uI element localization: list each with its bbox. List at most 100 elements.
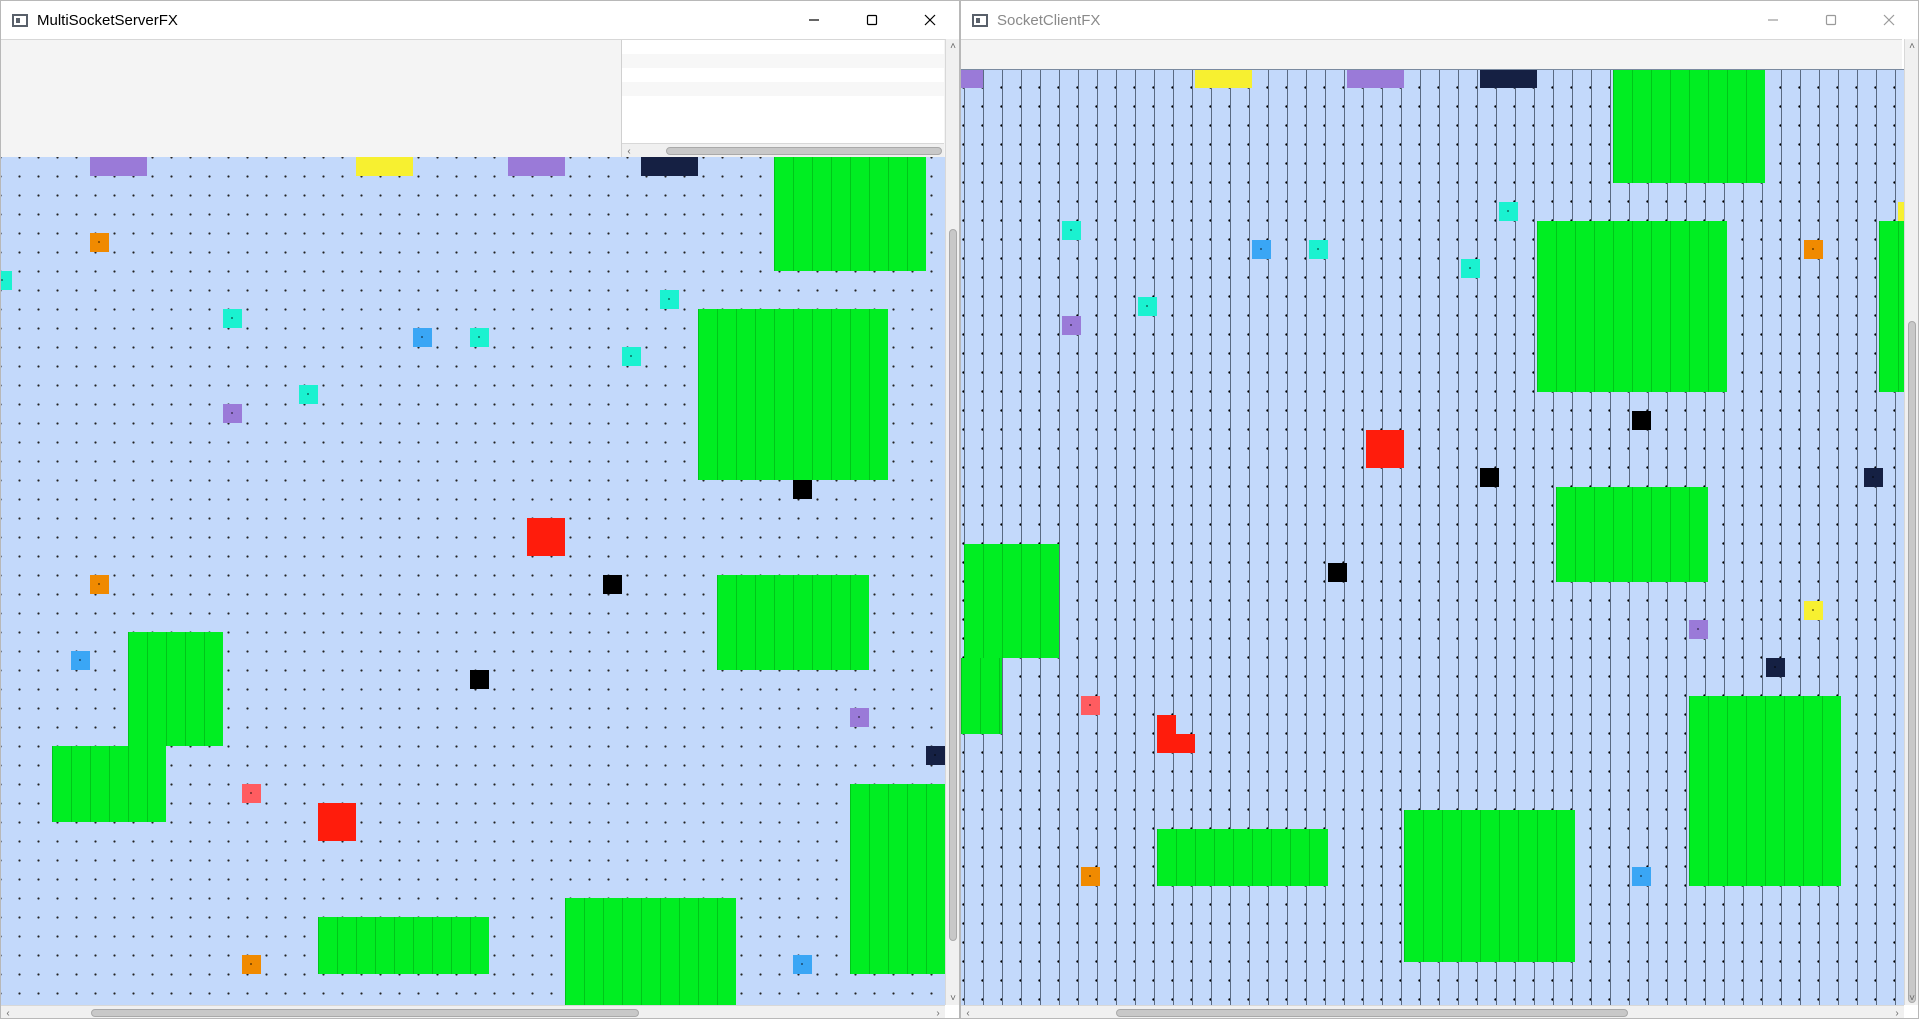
scroll-down-icon[interactable]: ˅ [946, 991, 959, 1005]
token-cyan [622, 347, 641, 366]
wall-block [1157, 829, 1328, 886]
token-purple [223, 404, 242, 423]
wall-block [52, 746, 166, 822]
scroll-up-icon[interactable]: ˄ [946, 39, 959, 53]
token-orange [90, 233, 109, 252]
client-game-board[interactable] [961, 69, 1904, 1005]
token-salmon [1081, 696, 1100, 715]
minimize-icon [809, 19, 819, 21]
token-black [793, 480, 812, 499]
wall-block [961, 658, 1002, 734]
player-red [318, 803, 356, 841]
token-orange [1081, 867, 1100, 886]
token-blue [413, 328, 432, 347]
player-red [1157, 734, 1195, 753]
maximize-button[interactable] [843, 1, 901, 39]
token-yellow [1898, 202, 1904, 221]
token-black [603, 575, 622, 594]
scroll-down-icon[interactable]: ˅ [1905, 991, 1918, 1005]
token-navy [926, 746, 945, 765]
scroll-right-icon[interactable]: › [931, 1006, 945, 1019]
token-purple [1062, 316, 1081, 335]
close-button[interactable] [901, 1, 959, 39]
token-blue [71, 651, 90, 670]
player-red [1366, 430, 1404, 468]
purple-bar [961, 69, 983, 88]
client-window: SocketClientFX ˄ ˅ ‹ › [960, 0, 1919, 1019]
server-vertical-scrollbar[interactable]: ˄ ˅ [945, 39, 959, 1005]
wall-block [964, 544, 1059, 658]
token-salmon [242, 784, 261, 803]
scroll-thumb[interactable] [1908, 321, 1916, 1003]
wall-block [717, 575, 869, 670]
navy-bar [1480, 69, 1537, 88]
wall-block [1689, 696, 1841, 886]
wall-block [565, 898, 736, 1005]
app-icon [12, 13, 28, 27]
client-horizontal-scrollbar[interactable]: ‹ › [961, 1005, 1904, 1019]
server-window: MultiSocketServerFX ‹ ˄ ˅ ‹ › [0, 0, 960, 1019]
minimize-button[interactable] [1744, 1, 1802, 39]
server-control-panel: ‹ [1, 39, 959, 158]
token-cyan [1461, 259, 1480, 278]
navy-bar [641, 157, 698, 176]
wall-block [850, 784, 945, 974]
client-titlebar[interactable]: SocketClientFX [961, 1, 1918, 39]
token-blue [1632, 867, 1651, 886]
log-horizontal-scrollbar[interactable]: ‹ [622, 143, 944, 158]
token-cyan [470, 328, 489, 347]
token-black [1480, 468, 1499, 487]
wall-block [1879, 221, 1904, 392]
token-blue [1252, 240, 1271, 259]
token-cyan [1062, 221, 1081, 240]
token-purple [850, 708, 869, 727]
token-navy [1766, 658, 1785, 677]
token-orange [242, 955, 261, 974]
token-cyan [1309, 240, 1328, 259]
token-cyan [660, 290, 679, 309]
scroll-up-icon[interactable]: ˄ [1905, 39, 1918, 53]
wall-block [128, 632, 223, 746]
server-horizontal-scrollbar[interactable]: ‹ › [1, 1005, 945, 1019]
token-cyan [223, 309, 242, 328]
scroll-right-icon[interactable]: › [1890, 1006, 1904, 1019]
token-cyan [1499, 202, 1518, 221]
scroll-thumb[interactable] [666, 147, 942, 155]
wall-block [1556, 487, 1708, 582]
token-navy [1864, 468, 1883, 487]
close-icon [1883, 14, 1895, 26]
token-purple [1689, 620, 1708, 639]
wall-block [1404, 810, 1575, 962]
minimize-icon [1768, 19, 1778, 21]
scroll-thumb[interactable] [91, 1009, 639, 1017]
player-red [527, 518, 565, 556]
maximize-icon [866, 14, 878, 26]
maximize-button[interactable] [1802, 1, 1860, 39]
server-log-area[interactable]: ‹ [621, 40, 944, 158]
yellow-bar [1195, 69, 1252, 88]
scroll-left-icon[interactable]: ‹ [1, 1006, 15, 1019]
token-cyan [1138, 297, 1157, 316]
token-cyan [1, 271, 12, 290]
purple-bar [1347, 69, 1404, 88]
purple-bar [508, 157, 565, 176]
window-title: SocketClientFX [997, 11, 1101, 29]
token-yellow [1804, 601, 1823, 620]
server-titlebar[interactable]: MultiSocketServerFX [1, 1, 959, 39]
wall-block [774, 157, 926, 271]
log-row [622, 54, 944, 68]
server-game-board[interactable] [1, 157, 945, 1005]
purple-bar [90, 157, 147, 176]
scroll-thumb[interactable] [949, 229, 957, 941]
minimize-button[interactable] [785, 1, 843, 39]
token-blue [793, 955, 812, 974]
scroll-left-icon[interactable]: ‹ [961, 1006, 975, 1019]
app-icon [972, 13, 988, 27]
token-orange [90, 575, 109, 594]
scroll-thumb[interactable] [1116, 1009, 1628, 1017]
token-cyan [299, 385, 318, 404]
scroll-left-icon[interactable]: ‹ [622, 144, 636, 158]
client-vertical-scrollbar[interactable]: ˄ ˅ [1904, 39, 1918, 1005]
close-button[interactable] [1860, 1, 1918, 39]
yellow-bar [356, 157, 413, 176]
